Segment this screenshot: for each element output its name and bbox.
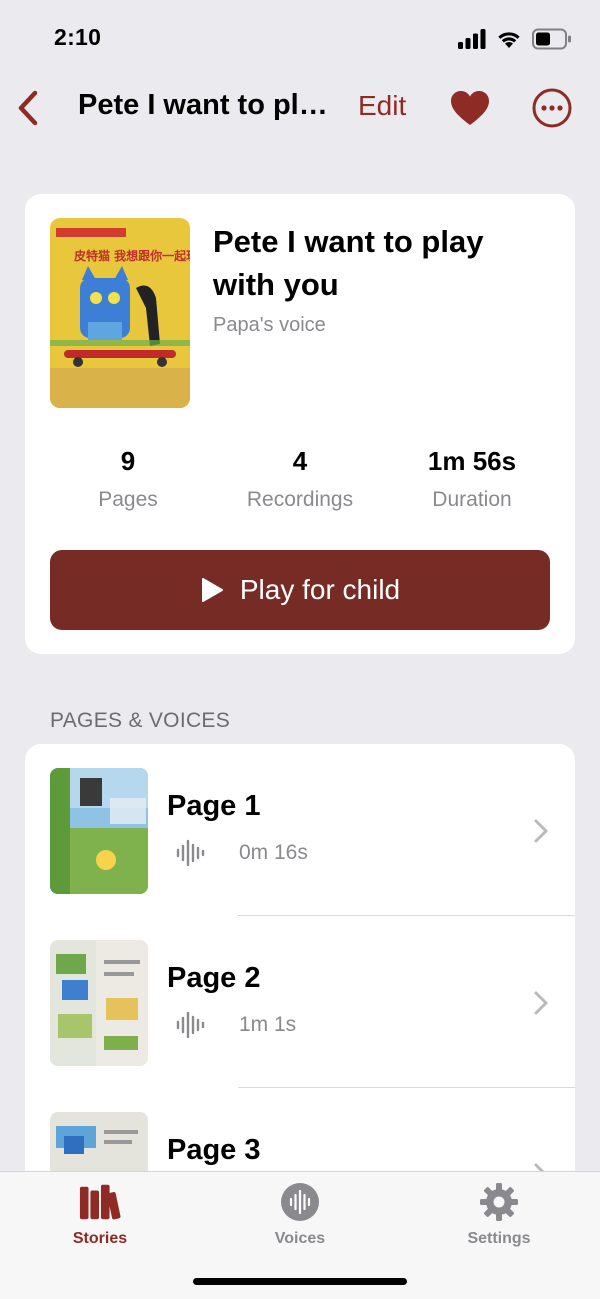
tab-voices[interactable]: Voices <box>240 1180 360 1252</box>
chevron-left-icon <box>18 90 38 126</box>
pages-list: Page 1 0m 16s Page 2 1m 1s Page 3 <box>25 744 575 1204</box>
page-title: Page 2 <box>167 962 261 994</box>
stat-pages: 9 Pages <box>43 446 213 512</box>
edit-button[interactable]: Edit <box>358 90 406 122</box>
section-header-pages: PAGES & VOICES <box>50 709 231 732</box>
play-for-child-button[interactable]: Play for child <box>50 550 550 630</box>
books-icon <box>78 1180 122 1224</box>
back-button[interactable] <box>8 84 48 132</box>
stat-label: Recordings <box>246 488 354 511</box>
gear-icon <box>477 1180 521 1224</box>
tab-label: Stories <box>72 1230 128 1247</box>
chevron-right-icon <box>534 819 548 843</box>
nav-title: Pete I want to play with you <box>78 89 340 121</box>
status-bar: 2:10 <box>0 0 600 80</box>
page-row-1[interactable]: Page 1 0m 16s <box>25 744 575 916</box>
page-title: Page 1 <box>167 790 261 822</box>
story-title: Pete I want to play with you <box>213 224 484 302</box>
wifi-icon <box>498 32 520 48</box>
story-cover-image: 皮特猫 我想跟你一起玩! <box>50 218 190 408</box>
page-row-2[interactable]: Page 2 1m 1s <box>25 916 575 1088</box>
more-button[interactable] <box>530 86 574 130</box>
stat-value: 1m 56s <box>427 446 517 476</box>
stat-label: Pages <box>98 488 158 511</box>
stat-value: 4 <box>292 446 308 476</box>
play-button-label: Play for child <box>239 574 401 605</box>
story-voice-name: Papa's voice <box>213 314 326 336</box>
play-icon <box>201 578 223 602</box>
page-duration: 0m 16s <box>239 841 308 864</box>
status-time: 2:10 <box>54 24 102 50</box>
chevron-right-icon <box>534 991 548 1015</box>
stat-duration: 1m 56s Duration <box>387 446 557 512</box>
tab-stories[interactable]: Stories <box>40 1180 160 1252</box>
stat-recordings: 4 Recordings <box>215 446 385 512</box>
heart-icon <box>451 91 489 125</box>
page-duration: 1m 1s <box>239 1013 297 1036</box>
ellipsis-circle-icon <box>532 88 572 128</box>
tab-label: Voices <box>274 1230 326 1247</box>
waveform-icon <box>176 1011 205 1039</box>
signal-icon <box>458 29 486 49</box>
cover-title-text: 皮特猫 我想跟你一起玩! <box>73 248 190 263</box>
tab-label: Settings <box>467 1230 531 1247</box>
page-thumbnail <box>50 940 148 1066</box>
status-icons <box>458 26 572 52</box>
story-summary-card: 皮特猫 我想跟你一起玩! Pete I want to play with yo… <box>25 194 575 654</box>
waveform-circle-icon <box>278 1180 322 1224</box>
favorite-button[interactable] <box>448 86 492 130</box>
tab-settings[interactable]: Settings <box>439 1180 559 1252</box>
stat-label: Duration <box>432 488 512 511</box>
page-thumbnail <box>50 768 148 894</box>
story-stats: 9 Pages 4 Recordings 1m 56s Duration <box>25 446 575 516</box>
waveform-icon <box>176 839 205 867</box>
navigation-bar: Pete I want to play with you Edit <box>0 80 600 136</box>
page-title: Page 3 <box>167 1134 261 1166</box>
home-indicator <box>193 1278 407 1285</box>
battery-icon <box>532 28 571 50</box>
stat-value: 9 <box>120 446 136 476</box>
